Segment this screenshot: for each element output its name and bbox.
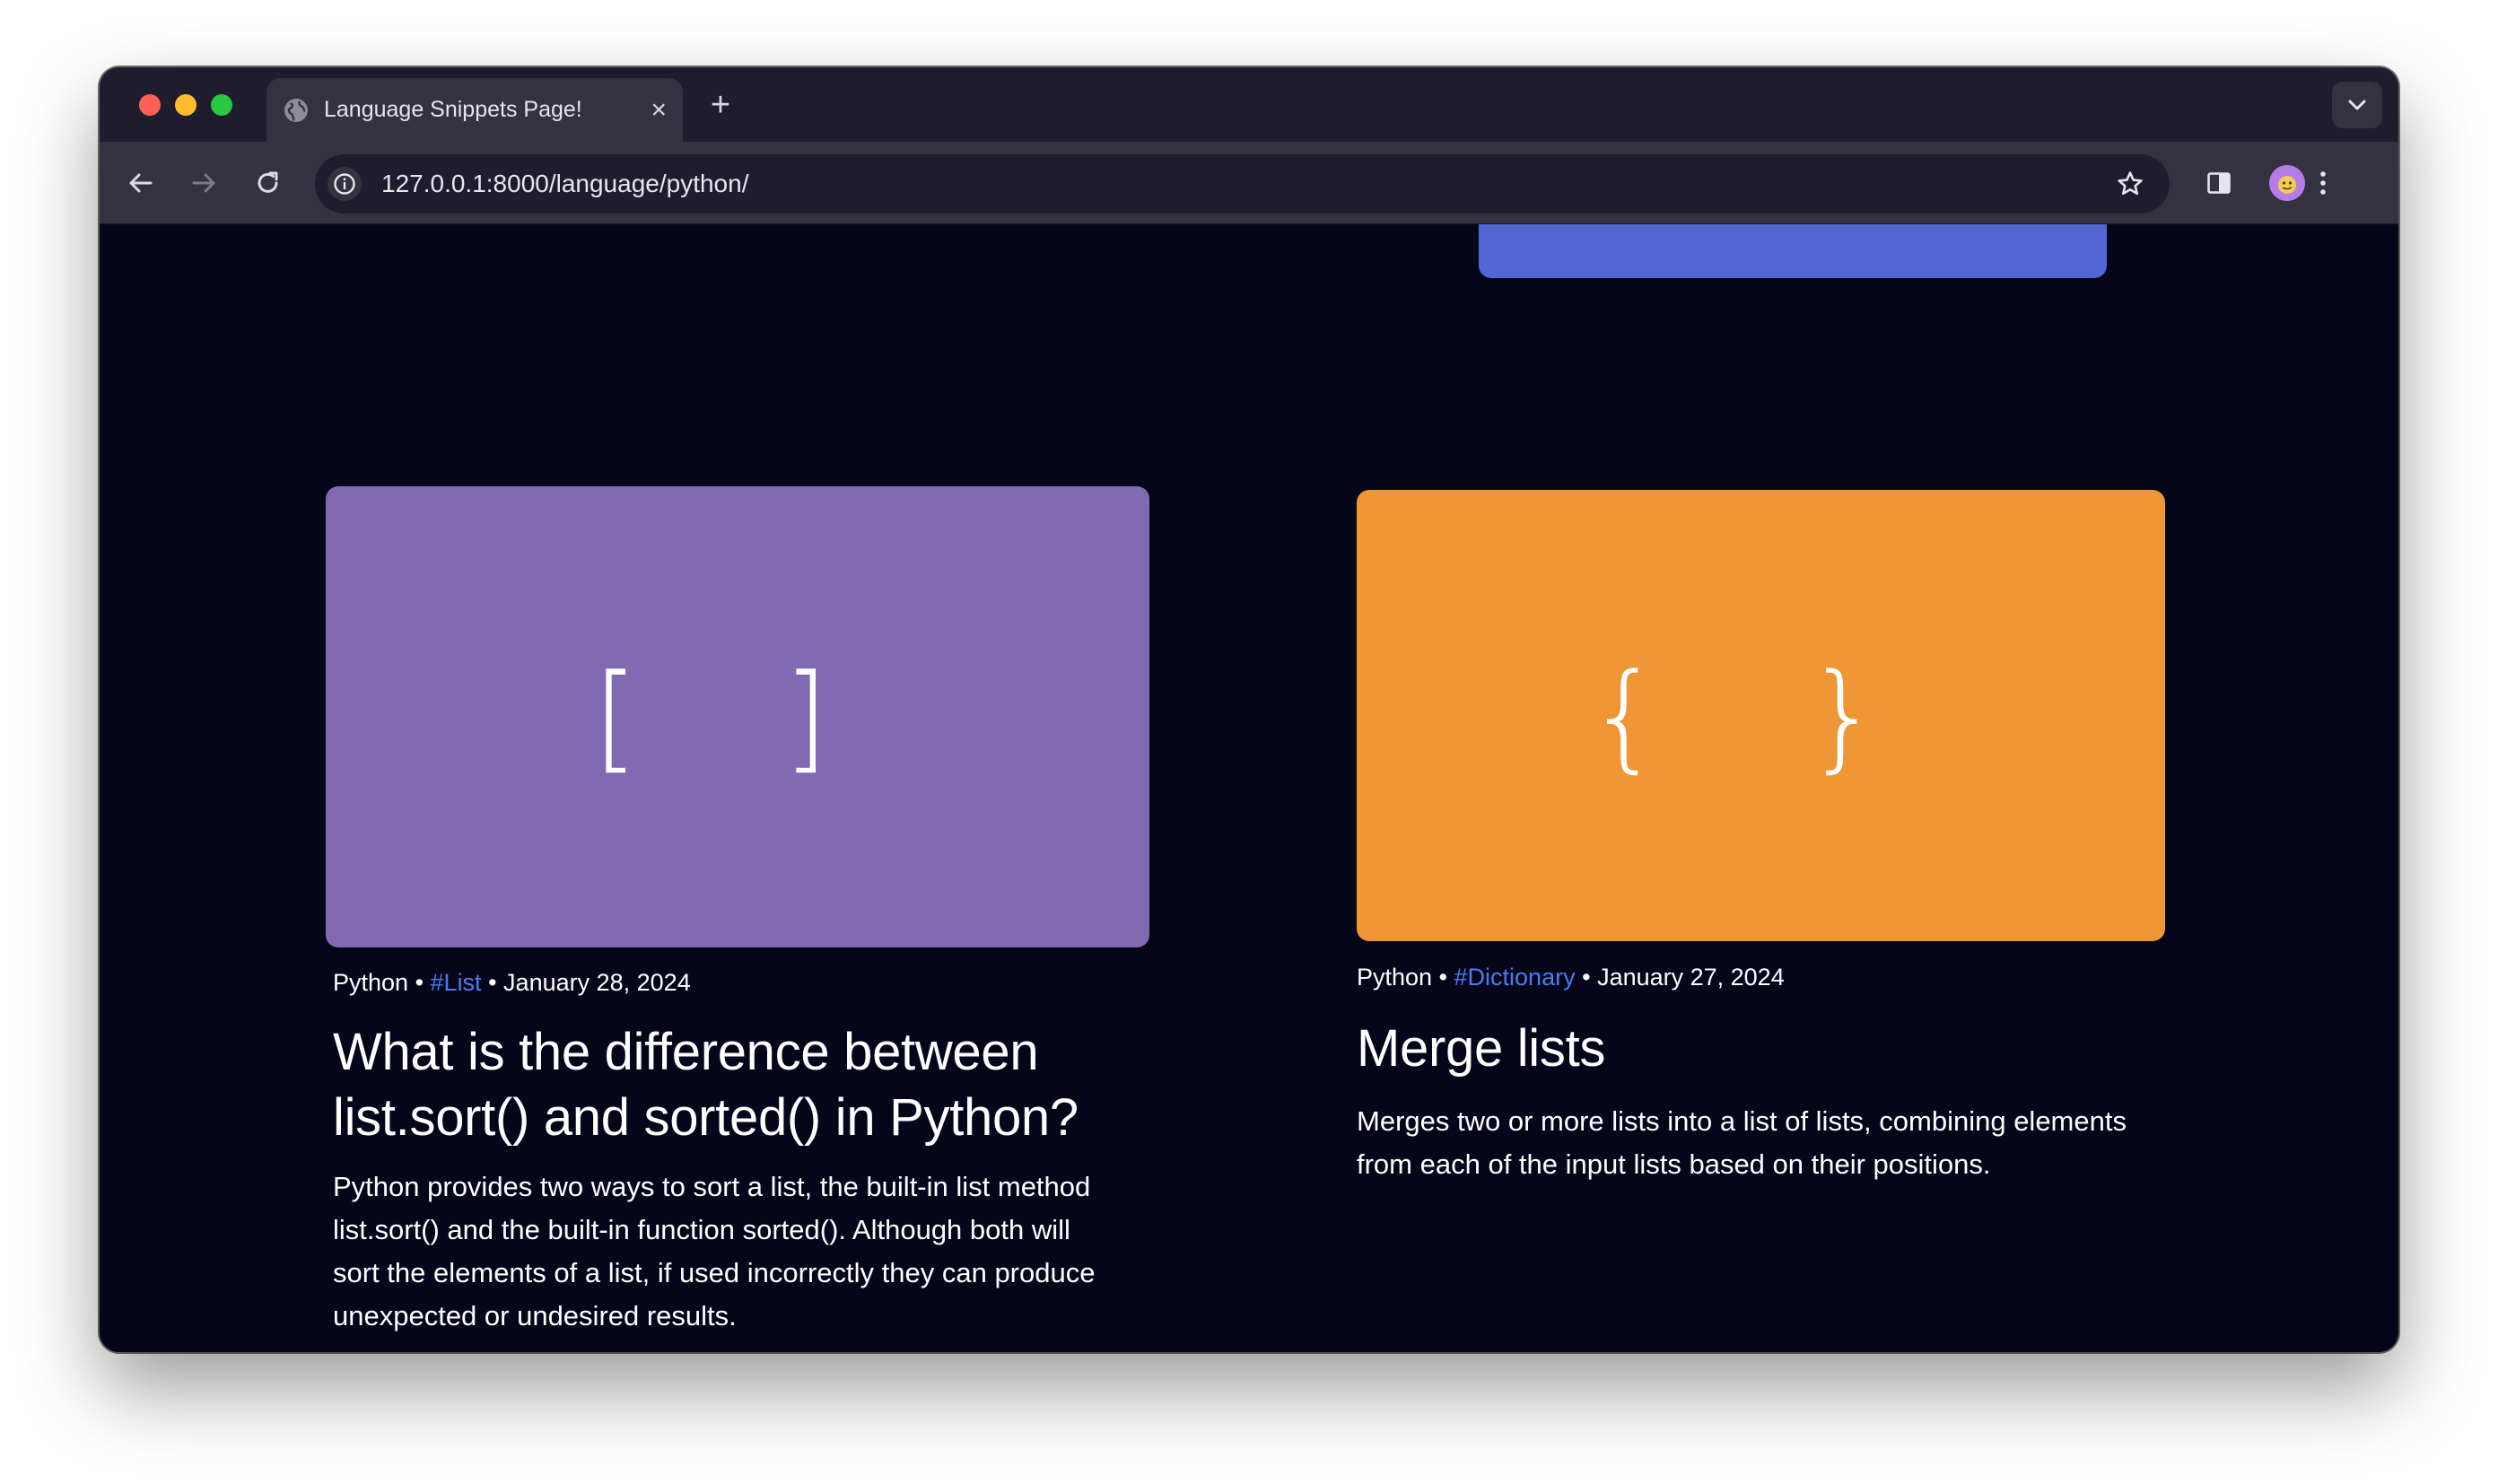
- card-tag-link[interactable]: #Dictionary: [1454, 964, 1576, 991]
- card-meta: Python • #Dictionary • January 27, 2024: [1357, 964, 1785, 991]
- info-icon: [334, 173, 355, 195]
- card-thumbnail[interactable]: { }: [1357, 490, 2165, 941]
- tab-search-button[interactable]: [2332, 82, 2382, 128]
- card-language: Python: [333, 969, 409, 996]
- braces-icon: { }: [1587, 647, 1935, 784]
- side-panel-button[interactable]: [2199, 163, 2239, 203]
- browser-toolbar: 127.0.0.1:8000/language/python/: [100, 142, 2398, 224]
- tab-title: Language Snippets Page!: [324, 97, 582, 122]
- close-window-button[interactable]: [139, 94, 161, 116]
- card-language: Python: [1357, 964, 1433, 991]
- card-title[interactable]: What is the difference between list.sort…: [333, 1019, 1079, 1150]
- card-meta: Python • #List • January 28, 2024: [333, 969, 691, 997]
- profile-avatar[interactable]: [2269, 165, 2305, 201]
- snippet-card: [ ] Python • #List • January 28, 2024 Wh…: [326, 486, 1149, 1348]
- meta-separator: •: [1575, 964, 1598, 991]
- browser-window: Language Snippets Page! × + 127.0.0.1:80…: [100, 67, 2398, 1352]
- card-title-line: Merge lists: [1357, 1019, 1606, 1078]
- reload-button[interactable]: [249, 163, 288, 203]
- arrow-right-icon: [192, 173, 215, 193]
- card-title[interactable]: Merge lists: [1357, 1016, 1605, 1081]
- bookmark-button[interactable]: [2110, 164, 2150, 204]
- avatar-icon: [2269, 165, 2305, 201]
- minimize-window-button[interactable]: [175, 94, 197, 116]
- globe-icon: [283, 97, 310, 124]
- maximize-window-button[interactable]: [211, 94, 232, 116]
- meta-separator: •: [481, 969, 504, 996]
- brackets-icon: [ ]: [592, 649, 883, 785]
- card-desc-line: Merges two or more lists into a list of …: [1357, 1105, 2127, 1137]
- reload-icon: [258, 171, 278, 193]
- url-text[interactable]: 127.0.0.1:8000/language/python/: [381, 154, 748, 214]
- more-vertical-icon: [2320, 171, 2326, 195]
- snippet-card: { } Python • #Dictionary • January 27, 2…: [1357, 490, 2165, 1180]
- card-desc-line: list.sort() and the built-in function so…: [333, 1214, 1070, 1245]
- arrow-left-icon: [129, 173, 153, 193]
- card-description: Python provides two ways to sort a list,…: [333, 1165, 1095, 1338]
- card-desc-line: Python provides two ways to sort a list,…: [333, 1171, 1091, 1202]
- browser-menu-button[interactable]: [2303, 163, 2343, 203]
- tab-strip: Language Snippets Page! × +: [100, 67, 2398, 142]
- active-tab[interactable]: Language Snippets Page! ×: [266, 78, 683, 142]
- card-description: Merges two or more lists into a list of …: [1357, 1100, 2127, 1186]
- card-desc-line: unexpected or undesired results.: [333, 1300, 737, 1331]
- meta-separator: •: [408, 969, 431, 996]
- card-date: January 27, 2024: [1597, 964, 1785, 991]
- meta-separator: •: [1432, 964, 1454, 991]
- close-tab-icon[interactable]: ×: [651, 78, 667, 142]
- star-icon: [2118, 171, 2143, 196]
- card-desc-line: from each of the input lists based on th…: [1357, 1148, 1991, 1180]
- page-content: [ ] Python • #List • January 28, 2024 Wh…: [100, 224, 2398, 1352]
- card-desc-line: sort the elements of a list, if used inc…: [333, 1257, 1096, 1288]
- forward-button[interactable]: [184, 163, 223, 203]
- card-date: January 28, 2024: [503, 969, 691, 996]
- site-info-button[interactable]: [328, 167, 362, 201]
- address-bar[interactable]: 127.0.0.1:8000/language/python/: [315, 154, 2170, 214]
- card-tag-link[interactable]: #List: [431, 969, 482, 996]
- top-card-image[interactable]: [1479, 224, 2107, 278]
- new-tab-button[interactable]: +: [701, 85, 740, 125]
- card-thumbnail[interactable]: [ ]: [326, 486, 1149, 947]
- back-button[interactable]: [121, 163, 161, 203]
- chevron-down-icon: [2348, 100, 2366, 110]
- card-title-line: list.sort() and sorted() in Python?: [333, 1088, 1079, 1147]
- side-panel-icon: [2207, 172, 2231, 194]
- card-title-line: What is the difference between: [333, 1023, 1039, 1081]
